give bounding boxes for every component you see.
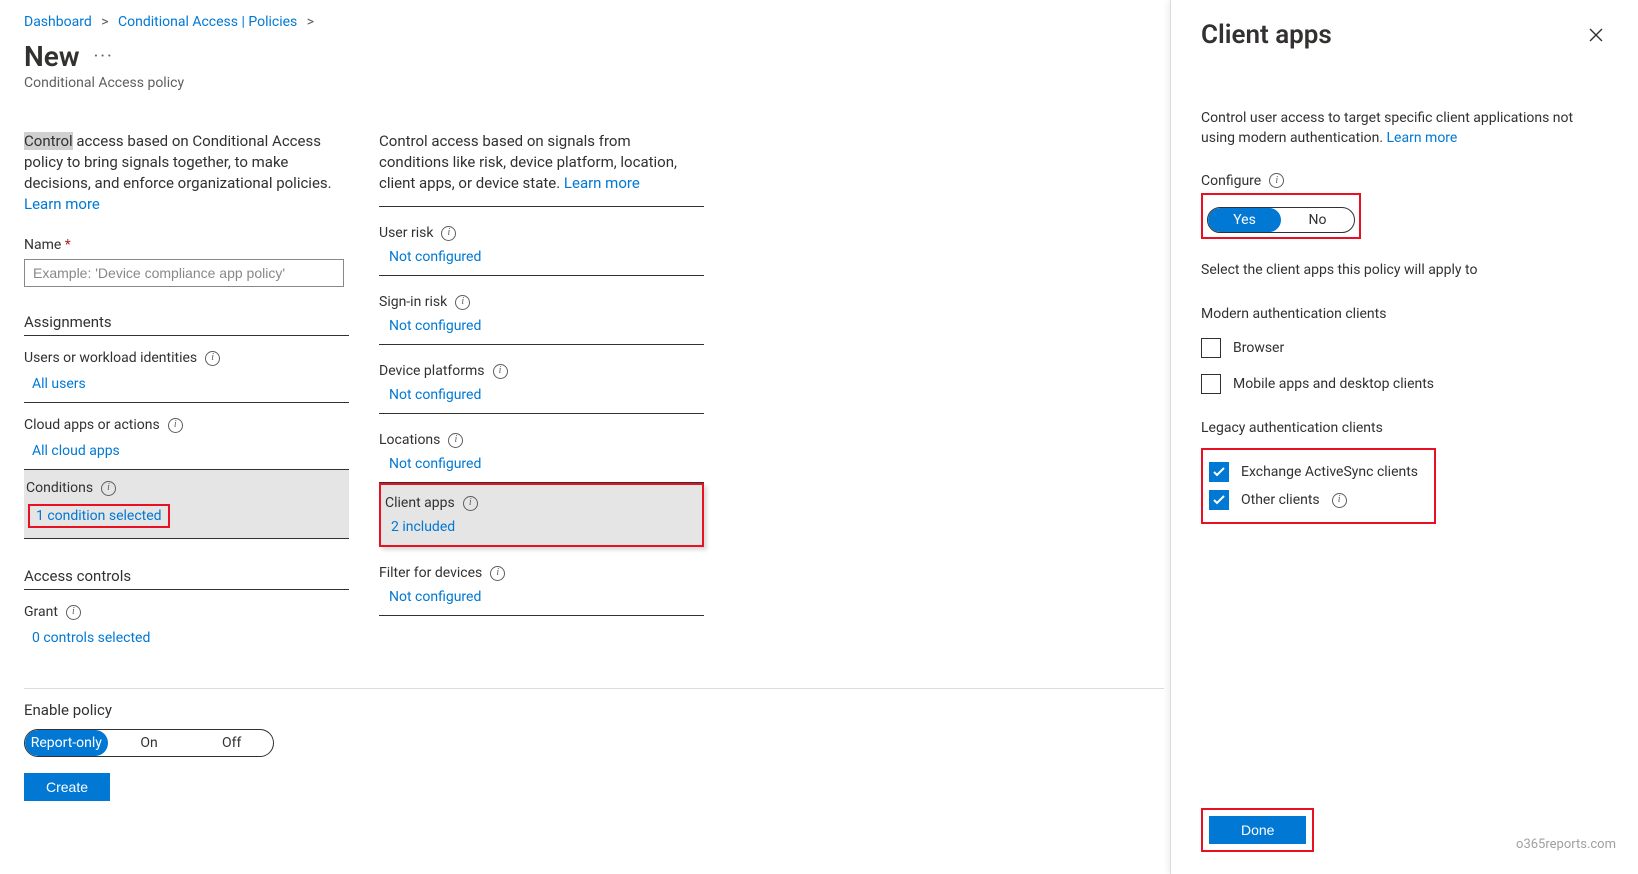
condition-user-risk: User riski [379,225,704,241]
users-label: Users or workload identities i [24,350,349,366]
learn-more-link[interactable]: Learn more [564,174,640,192]
enable-policy-label: Enable policy [24,701,1164,719]
modern-auth-header: Modern authentication clients [1201,306,1608,322]
intro-text: Control access based on Conditional Acce… [24,131,349,215]
enable-policy-toggle[interactable]: Report-only On Off [24,729,274,757]
grant-label: Grant i [24,604,349,620]
assignments-header: Assignments [24,313,349,331]
checkbox-icon[interactable] [1209,490,1229,510]
cloud-apps-value-link[interactable]: All cloud apps [24,443,349,459]
checkbox-browser[interactable]: Browser [1201,338,1608,358]
info-icon[interactable]: i [1332,493,1347,508]
info-icon[interactable]: i [441,226,456,241]
checkbox-label: Browser [1233,340,1284,356]
cloud-apps-label: Cloud apps or actions i [24,417,349,433]
chevron-right-icon: > [101,14,108,30]
checkbox-other-clients[interactable]: Other clients i [1209,490,1428,510]
info-icon[interactable]: i [448,433,463,448]
page-title: New [24,40,80,73]
checkbox-icon[interactable] [1201,338,1221,358]
learn-more-link[interactable]: Learn more [24,195,100,213]
condition-locations: Locationsi [379,432,704,448]
configure-toggle[interactable]: Yes No [1207,207,1355,233]
more-actions-icon[interactable]: ··· [94,46,114,67]
toggle-report-only[interactable]: Report-only [25,730,108,756]
toggle-off[interactable]: Off [190,730,273,756]
toggle-on[interactable]: On [108,730,191,756]
conditions-item[interactable]: Conditions i 1 condition selected [24,470,349,539]
condition-value-link[interactable]: Not configured [379,310,704,344]
checkbox-icon[interactable] [1209,462,1229,482]
checkbox-exchange-activesync[interactable]: Exchange ActiveSync clients [1209,462,1428,482]
close-icon[interactable] [1584,23,1608,47]
name-input[interactable] [24,259,344,287]
page-subtitle: Conditional Access policy [24,75,1170,91]
checkbox-label: Mobile apps and desktop clients [1233,376,1434,392]
info-icon[interactable]: i [463,496,478,511]
condition-filter-devices: Filter for devicesi [379,565,704,581]
condition-value-link[interactable]: Not configured [379,581,704,615]
info-icon[interactable]: i [66,605,81,620]
checkbox-label: Other clients [1241,492,1320,508]
condition-signin-risk: Sign-in riski [379,294,704,310]
checkbox-icon[interactable] [1201,374,1221,394]
info-icon[interactable]: i [205,351,220,366]
condition-client-apps[interactable]: Client appsi 2 included [379,483,704,547]
learn-more-link[interactable]: Learn more [1387,130,1458,146]
client-apps-panel: Client apps Control user access to targe… [1170,0,1638,874]
panel-title: Client apps [1201,20,1332,50]
condition-device-platforms: Device platformsi [379,363,704,379]
condition-value-link[interactable]: Not configured [379,448,704,482]
configure-label: Configure i [1201,173,1608,189]
condition-value-link[interactable]: Not configured [379,379,704,413]
info-icon[interactable]: i [490,566,505,581]
configure-no[interactable]: No [1281,208,1354,232]
chevron-right-icon: > [307,14,314,30]
configure-yes[interactable]: Yes [1208,208,1281,232]
checkbox-label: Exchange ActiveSync clients [1241,464,1418,480]
access-controls-header: Access controls [24,567,349,585]
info-icon[interactable]: i [101,481,116,496]
breadcrumb: Dashboard > Conditional Access | Policie… [24,14,1170,30]
panel-description: Control user access to target specific c… [1201,108,1608,149]
condition-value-link[interactable]: Not configured [379,241,704,275]
condition-value-link[interactable]: 2 included [381,511,702,545]
grant-value-link[interactable]: 0 controls selected [24,630,349,646]
select-clients-text: Select the client apps this policy will … [1201,261,1608,281]
conditions-value-link[interactable]: 1 condition selected [36,508,162,524]
breadcrumb-link[interactable]: Conditional Access | Policies [118,14,297,30]
info-icon[interactable]: i [1269,173,1284,188]
checkbox-mobile-desktop[interactable]: Mobile apps and desktop clients [1201,374,1608,394]
info-icon[interactable]: i [493,364,508,379]
users-value-link[interactable]: All users [24,376,349,392]
breadcrumb-link[interactable]: Dashboard [24,14,92,30]
legacy-auth-header: Legacy authentication clients [1201,420,1608,436]
conditions-intro: Control access based on signals from con… [379,131,704,194]
name-label: Name * [24,237,349,253]
done-button[interactable]: Done [1209,816,1306,844]
info-icon[interactable]: i [168,418,183,433]
create-button[interactable]: Create [24,773,110,801]
watermark: o365reports.com [1516,837,1616,852]
info-icon[interactable]: i [455,295,470,310]
